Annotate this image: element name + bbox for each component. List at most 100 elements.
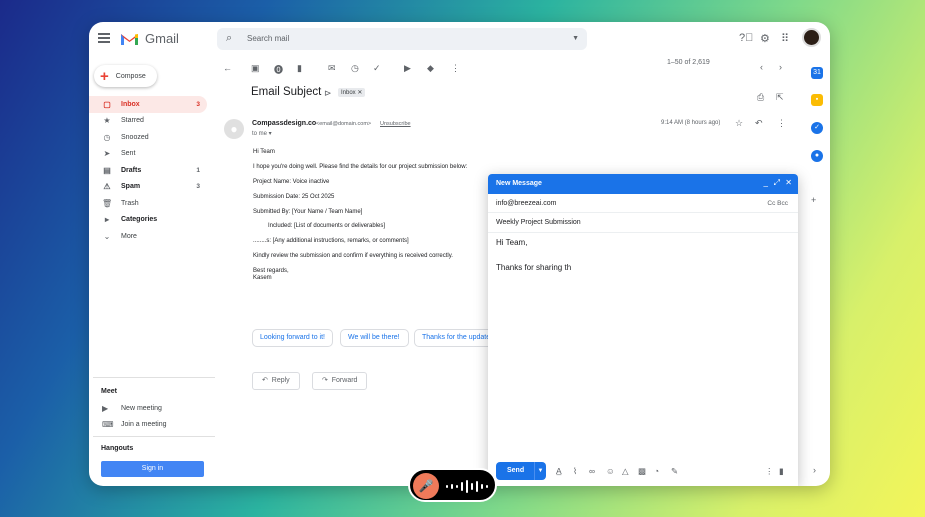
search-options-icon[interactable]: ▼ [572,35,579,42]
sidebar-item-label: Drafts [121,166,142,174]
move-to-icon[interactable]: ▶ [404,63,411,74]
open-new-window-icon[interactable]: ⇱ [776,92,784,103]
drive-icon[interactable]: △ [622,466,629,477]
send-button[interactable]: Send ▼ [496,462,546,480]
compose-button[interactable]: + Compose [94,65,157,87]
sidebar-item-starred[interactable]: ★ Starred [89,113,207,130]
sidebar-nav: ▢ Inbox 3 ★ Starred ◷ Snoozed ➤ Sent ▤ Drafts 1 ⚠ Spa… [89,96,207,245]
subject-field[interactable]: Weekly Project Submission [488,213,798,233]
voice-recorder-pill[interactable]: 🎤 [408,468,497,502]
cc-bcc-link[interactable]: Cc Bcc [767,200,788,207]
sidebar-item-trash[interactable]: 🗑 Trash [89,195,207,212]
tasks-icon[interactable]: ✓ [811,122,823,134]
to-field[interactable]: info@breezeai.com Cc Bcc [488,194,798,213]
reply-icon: ↶ [262,377,268,384]
discard-draft-icon[interactable]: ▮ [779,466,784,477]
microphone-icon[interactable]: 🎤 [413,473,439,499]
minimize-icon[interactable]: _ [764,178,768,187]
archive-icon[interactable]: ▣ [251,63,260,74]
compose-header[interactable]: New Message _ ⤢ ✕ [488,174,798,194]
more-vert-icon[interactable]: ⋮ [777,118,786,129]
snooze-icon[interactable]: ◷ [351,63,359,74]
hangouts-title: Hangouts [101,445,134,452]
more-options-icon[interactable]: ⋮ [765,466,774,477]
smart-reply-chip[interactable]: Thanks for the update [414,329,494,347]
sidebar-item-spam[interactable]: ⚠ Spam 3 [89,179,207,196]
join-meeting-item[interactable]: ⌨ Join a meeting [102,420,167,429]
reply-icon[interactable]: ↶ [755,118,763,129]
fullscreen-icon[interactable]: ⤢ [774,178,780,188]
expand-panel-icon[interactable]: › [813,465,816,475]
prev-page-icon[interactable]: ‹ [760,62,763,72]
label-icon: ▸ [104,215,109,225]
compose-body-greeting[interactable]: Hi Team, [496,238,527,247]
confidential-icon[interactable]: ◔ [654,466,659,476]
close-icon[interactable]: ✕ [785,178,792,187]
keep-icon[interactable]: ▪ [811,94,823,106]
next-page-icon[interactable]: › [779,62,782,72]
sidebar-item-snoozed[interactable]: ◷ Snoozed [89,129,207,146]
delete-icon[interactable]: ▮ [297,63,302,74]
gmail-logo[interactable]: Gmail [120,31,179,46]
mark-unread-icon[interactable]: ✉ [328,63,336,74]
sidebar-item-sent[interactable]: ➤ Sent [89,146,207,163]
email-body-line: Hi Team [253,149,275,155]
smart-reply-chip[interactable]: Looking forward to it! [252,329,333,347]
new-meeting-item[interactable]: ▶ New meeting [102,404,162,413]
reply-button[interactable]: ↶ Reply [252,372,300,390]
help-icon[interactable]: ?⃝ [739,32,753,44]
print-icon[interactable]: ⎙ [757,92,764,103]
add-task-icon[interactable]: ✓ [373,63,381,74]
search-input[interactable]: Search mail [247,34,289,43]
smart-reply-chip[interactable]: We will be there! [340,329,409,347]
calendar-icon[interactable]: 31 [811,67,823,79]
inbox-label-badge[interactable]: Inbox ✕ [338,88,366,97]
audio-waveform [446,479,488,493]
sidebar-item-label: Snoozed [121,133,149,141]
sidebar-item-inbox[interactable]: ▢ Inbox 3 [89,96,207,113]
gmail-window: Gmail ⌕ Search mail ▼ ?⃝ ⚙ ⠿ + Compose ▢… [89,22,830,486]
menu-icon[interactable] [98,33,110,43]
sidebar-item-more[interactable]: ⌄ More [89,228,207,245]
plus-icon: + [100,67,109,85]
signature-icon[interactable]: ✎ [671,466,678,477]
recipient-dropdown[interactable]: to me ▾ [252,130,272,137]
search-icon[interactable]: ⌕ [226,32,232,45]
formatting-icon[interactable]: A̲ [556,466,562,476]
importance-icon[interactable]: ⊳ [324,88,332,99]
back-arrow-icon[interactable]: ← [223,63,232,73]
more-vert-icon[interactable]: ⋮ [451,63,460,74]
subject-value[interactable]: Weekly Project Submission [496,219,581,226]
email-body-line: Submitted By: [Your Name / Team Name] [253,209,363,215]
send-icon: ➤ [103,149,111,159]
app-name: Gmail [145,31,179,46]
label-icon[interactable]: ◆ [427,63,434,74]
contacts-icon[interactable]: ● [811,150,823,162]
sender-name: Compassdesign.co [252,120,317,127]
forward-label: Forward [331,377,358,384]
sign-in-button[interactable]: Sign in [101,461,204,477]
gear-icon[interactable]: ⚙ [760,32,770,45]
recipient-label: to me [252,131,268,137]
unsubscribe-link[interactable]: Unsubscribe [380,121,411,127]
apps-grid-icon[interactable]: ⠿ [781,32,789,45]
sidebar-item-categories[interactable]: ▸ Categories [89,212,207,229]
email-time: 9:14 AM (8 hours ago) [661,120,721,126]
star-icon[interactable]: ☆ [735,118,743,129]
compose-body-text[interactable]: Thanks for sharing th [496,263,571,272]
emoji-icon[interactable]: ☺ [606,466,615,476]
to-value[interactable]: info@breezeai.com [496,200,556,207]
chevron-down-icon: ⌄ [103,231,111,241]
email-subject: Email Subject [251,86,322,98]
photo-icon[interactable]: ▩ [638,466,646,477]
sidebar-item-drafts[interactable]: ▤ Drafts 1 [89,162,207,179]
side-panel: 31 ▪ ✓ ● + › [808,22,830,486]
compose-window: New Message _ ⤢ ✕ info@breezeai.com Cc B… [488,174,798,486]
send-options-icon[interactable]: ▼ [534,462,546,480]
attach-icon[interactable]: ⌇ [573,466,577,477]
link-icon[interactable]: ∞ [589,466,595,476]
add-addon-icon[interactable]: + [811,195,816,205]
search-bar[interactable]: ⌕ Search mail ▼ [217,28,587,50]
report-spam-icon[interactable]: ⓿ [274,63,283,76]
forward-button[interactable]: ↷ Forward [312,372,368,390]
